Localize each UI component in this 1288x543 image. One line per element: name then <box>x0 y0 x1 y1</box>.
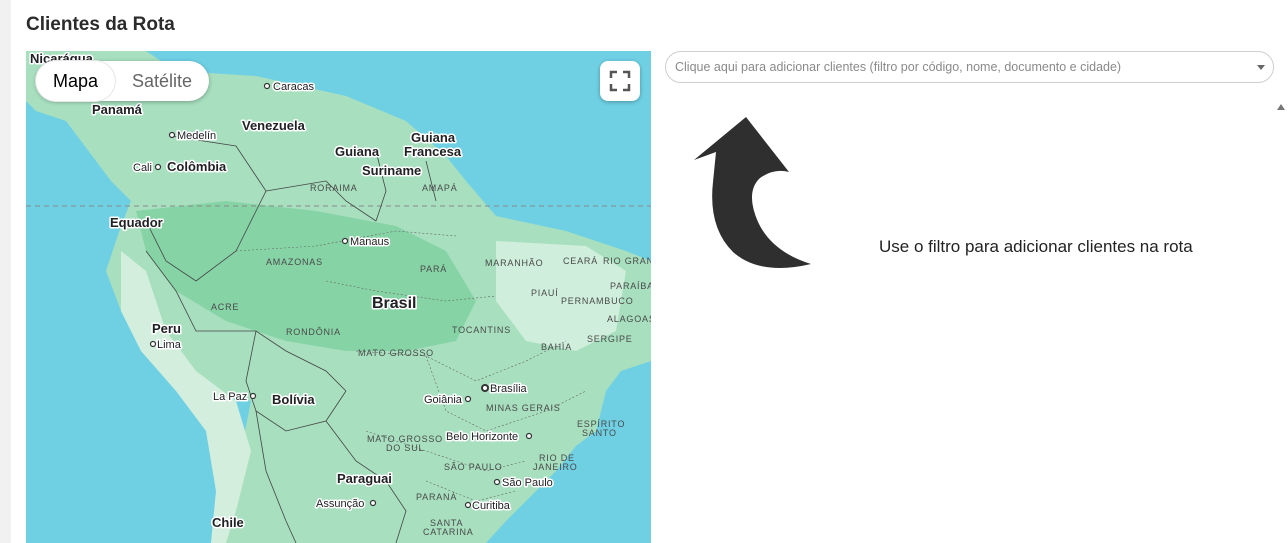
label-parana: PARANÁ <box>416 492 457 502</box>
label-sao-paulo-state: SÃO PAULO <box>444 462 503 472</box>
label-sergipe: SERGIPE <box>587 334 633 344</box>
label-peru: Peru <box>152 321 181 336</box>
label-colombia: Colômbia <box>167 159 227 174</box>
chevron-down-icon <box>1257 65 1265 70</box>
curved-arrow-up-icon <box>694 117 811 268</box>
fullscreen-icon <box>609 70 631 92</box>
label-la-paz: La Paz <box>213 391 247 403</box>
marker-goiania <box>464 395 472 403</box>
map-type-control: Mapa Satélite <box>36 61 210 101</box>
label-manaus: Manaus <box>350 236 390 248</box>
label-espirito-santo-2: SANTO <box>582 428 617 438</box>
marker-assuncao <box>369 499 377 507</box>
page-title: Clientes da Rota <box>26 14 175 35</box>
label-rondonia: RONDÔNIA <box>286 327 341 337</box>
label-alagoas: ALAGOAS <box>607 314 651 324</box>
label-minas-gerais: MINAS GERAIS <box>486 403 561 413</box>
label-sao-paulo: São Paulo <box>502 477 553 489</box>
label-equador: Equador <box>110 215 163 230</box>
label-amapa: AMAPÁ <box>422 183 458 193</box>
marker-sao-paulo <box>493 478 501 486</box>
label-bolivia: Bolívia <box>272 392 315 407</box>
label-acre: ACRE <box>211 302 239 312</box>
label-mato-grosso: MATO GROSSO <box>358 348 434 358</box>
label-lima: Lima <box>157 339 182 351</box>
label-belo-horizonte: Belo Horizonte <box>446 431 518 443</box>
label-assuncao: Assunção <box>316 498 364 510</box>
label-guiana-francesa-2: Francesa <box>404 144 462 159</box>
client-filter-placeholder: Clique aqui para adicionar clientes (fil… <box>675 60 1122 74</box>
label-santa-catarina-2: CATARINA <box>423 527 474 537</box>
label-para: PARÁ <box>420 264 447 274</box>
marker-caracas <box>263 82 271 90</box>
label-amazonas: AMAZONAS <box>266 257 323 267</box>
label-mato-grosso-do-sul-2: DO SUL <box>386 443 424 453</box>
marker-cali <box>154 163 162 171</box>
map[interactable]: Nicarágua Panamá Venezuela Guiana Guiana… <box>26 51 651 543</box>
marker-curitiba <box>464 501 472 509</box>
label-maranhao: MARANHÃO <box>485 258 543 268</box>
scroll-up-arrow[interactable] <box>1277 104 1285 110</box>
empty-state-message: Use o filtro para adicionar clientes na … <box>879 237 1193 256</box>
map-type-satellite-button[interactable]: Satélite <box>115 61 209 101</box>
label-tocantins: TOCANTINS <box>452 325 511 335</box>
marker-brasilia <box>481 384 489 392</box>
marker-medelin <box>168 131 176 139</box>
label-paraiba: PARAÍBA <box>610 281 651 291</box>
label-paraguai: Paraguai <box>337 471 392 486</box>
label-brasil: Brasil <box>372 295 416 312</box>
map-canvas[interactable]: Nicarágua Panamá Venezuela Guiana Guiana… <box>26 51 651 543</box>
label-caracas: Caracas <box>273 81 314 93</box>
label-roraima: RORAIMA <box>310 183 358 193</box>
label-panama: Panamá <box>92 102 143 117</box>
label-brasilia: Brasília <box>490 383 528 395</box>
label-ceara: CEARÁ <box>563 256 598 266</box>
label-pernambuco: PERNAMBUCO <box>561 296 634 306</box>
label-suriname: Suriname <box>362 163 421 178</box>
fullscreen-button[interactable] <box>600 61 640 101</box>
client-filter-select[interactable]: Clique aqui para adicionar clientes (fil… <box>665 51 1274 83</box>
marker-lima <box>149 340 157 348</box>
label-curitiba: Curitiba <box>472 500 511 512</box>
label-piaui: PIAUÍ <box>531 288 559 298</box>
label-rio-de-janeiro-2: JANEIRO <box>533 462 578 472</box>
label-guiana: Guiana <box>335 144 380 159</box>
label-cali: Cali <box>133 162 152 174</box>
marker-manaus <box>341 237 349 245</box>
label-goiania: Goiânia <box>424 394 463 406</box>
marker-la-paz <box>249 392 257 400</box>
label-chile: Chile <box>212 515 244 530</box>
label-bahia: BAHIA <box>541 342 572 352</box>
label-rio-grande-do-norte: RIO GRANDE DO NORTE <box>603 256 651 266</box>
map-type-map-button[interactable]: Mapa <box>36 61 116 101</box>
label-guiana-francesa-1: Guiana <box>411 130 456 145</box>
label-venezuela: Venezuela <box>242 118 306 133</box>
label-medelin: Medelín <box>177 130 216 142</box>
marker-belo-horizonte <box>525 432 533 440</box>
